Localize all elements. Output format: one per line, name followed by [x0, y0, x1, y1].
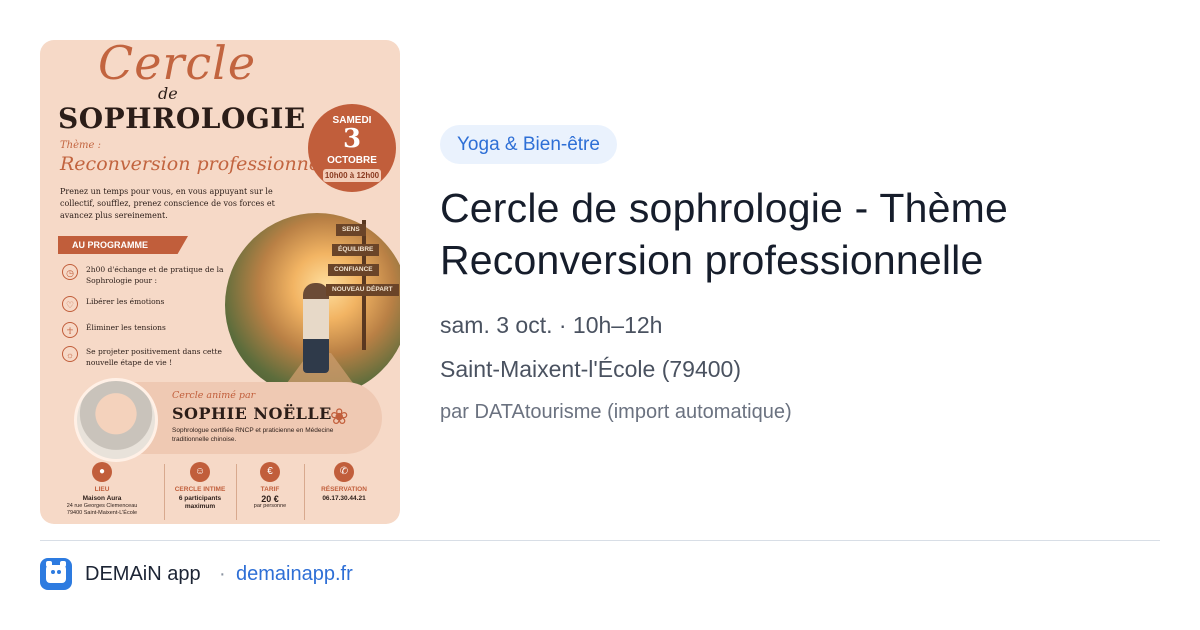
poster-theme-label: Thème :	[60, 140, 101, 151]
poster-animator-label: Cercle animé par	[172, 390, 256, 401]
meditation-icon: ☥	[62, 322, 78, 338]
poster-title-de: de	[158, 84, 178, 103]
poster-theme: Reconversion professionnelle	[60, 153, 344, 175]
poster-date-month: OCTOBRE	[327, 155, 377, 166]
poster-landscape-photo	[222, 210, 400, 400]
app-name: DEMAiN app	[85, 563, 201, 585]
sun-icon: ☼	[62, 346, 78, 362]
poster-footer-tarif: € TARIF 20 € par personne	[234, 460, 306, 510]
group-icon: ☺	[190, 462, 210, 482]
app-url-link[interactable]: demainapp.fr	[236, 563, 353, 586]
poster-info-footer: ● LIEU Maison Aura 24 rue Georges Clemen…	[40, 460, 400, 524]
poster-date-num: 3	[342, 124, 362, 154]
poster-footer-divider	[304, 464, 305, 520]
poster-program-item: ♡ Libérer les émotions	[62, 296, 226, 312]
poster-animator-credentials: Sophrologue certifiée RNCP et praticienn…	[172, 427, 334, 443]
event-title[interactable]: Cercle de sophrologie - Thème Reconversi…	[440, 182, 1140, 286]
poster-program-banner: AU PROGRAMME	[58, 236, 188, 254]
sign-sens: SENS	[336, 224, 366, 236]
poster-date-time: 10h00 à 12h00	[323, 169, 381, 182]
lotus-icon: ❀	[330, 404, 349, 429]
sign-equilibre: ÉQUILIBRE	[332, 244, 380, 256]
phone-icon: ✆	[334, 462, 354, 482]
poster-program-item: ☥ Éliminer les tensions	[62, 322, 226, 338]
sign-nouveau-depart: NOUVEAU DÉPART	[326, 284, 399, 296]
poster-program-item: ◷ 2h00 d'échange et de pratique de la So…	[62, 264, 226, 286]
heart-icon: ♡	[62, 296, 78, 312]
poster-date-badge: SAMEDI 3 OCTOBRE 10h00 à 12h00	[308, 104, 396, 192]
poster-footer-reservation: ✆ RÉSERVATION 06.17.30.44.21	[308, 460, 380, 503]
photo-person	[303, 283, 329, 373]
event-source: par DATAtourisme (import automatique)	[440, 401, 792, 423]
euro-icon: €	[260, 462, 280, 482]
poster-title-script: Cercle	[98, 40, 257, 90]
poster-intro: Prenez un temps pour vous, en vous appuy…	[60, 187, 275, 220]
poster-animator-name: SOPHIE NOËLLE	[172, 404, 332, 423]
sign-confiance: CONFIANCE	[328, 264, 379, 276]
poster-footer-cercle: ☺ CERCLE INTIME 6 participants maximum	[164, 460, 236, 511]
footer-divider	[40, 540, 1160, 541]
footer-separator: ·	[219, 563, 226, 585]
clock-icon: ◷	[62, 264, 78, 280]
poster-title-main: SOPHROLOGIE	[58, 102, 306, 135]
event-poster-image[interactable]: Cercle de SOPHROLOGIE Thème : Reconversi…	[40, 40, 400, 524]
animator-portrait	[74, 378, 158, 462]
event-datetime: sam. 3 oct. · 10h–12h	[440, 312, 663, 338]
app-logo-icon	[40, 558, 72, 590]
poster-program-item: ☼ Se projeter positivement dans cette no…	[62, 346, 226, 368]
poster-footer-lieu: ● LIEU Maison Aura 24 rue Georges Clemen…	[66, 460, 138, 517]
event-location: Saint-Maixent-l'École (79400)	[440, 356, 741, 382]
category-tag[interactable]: Yoga & Bien-être	[440, 125, 617, 164]
location-pin-icon: ●	[92, 462, 112, 482]
